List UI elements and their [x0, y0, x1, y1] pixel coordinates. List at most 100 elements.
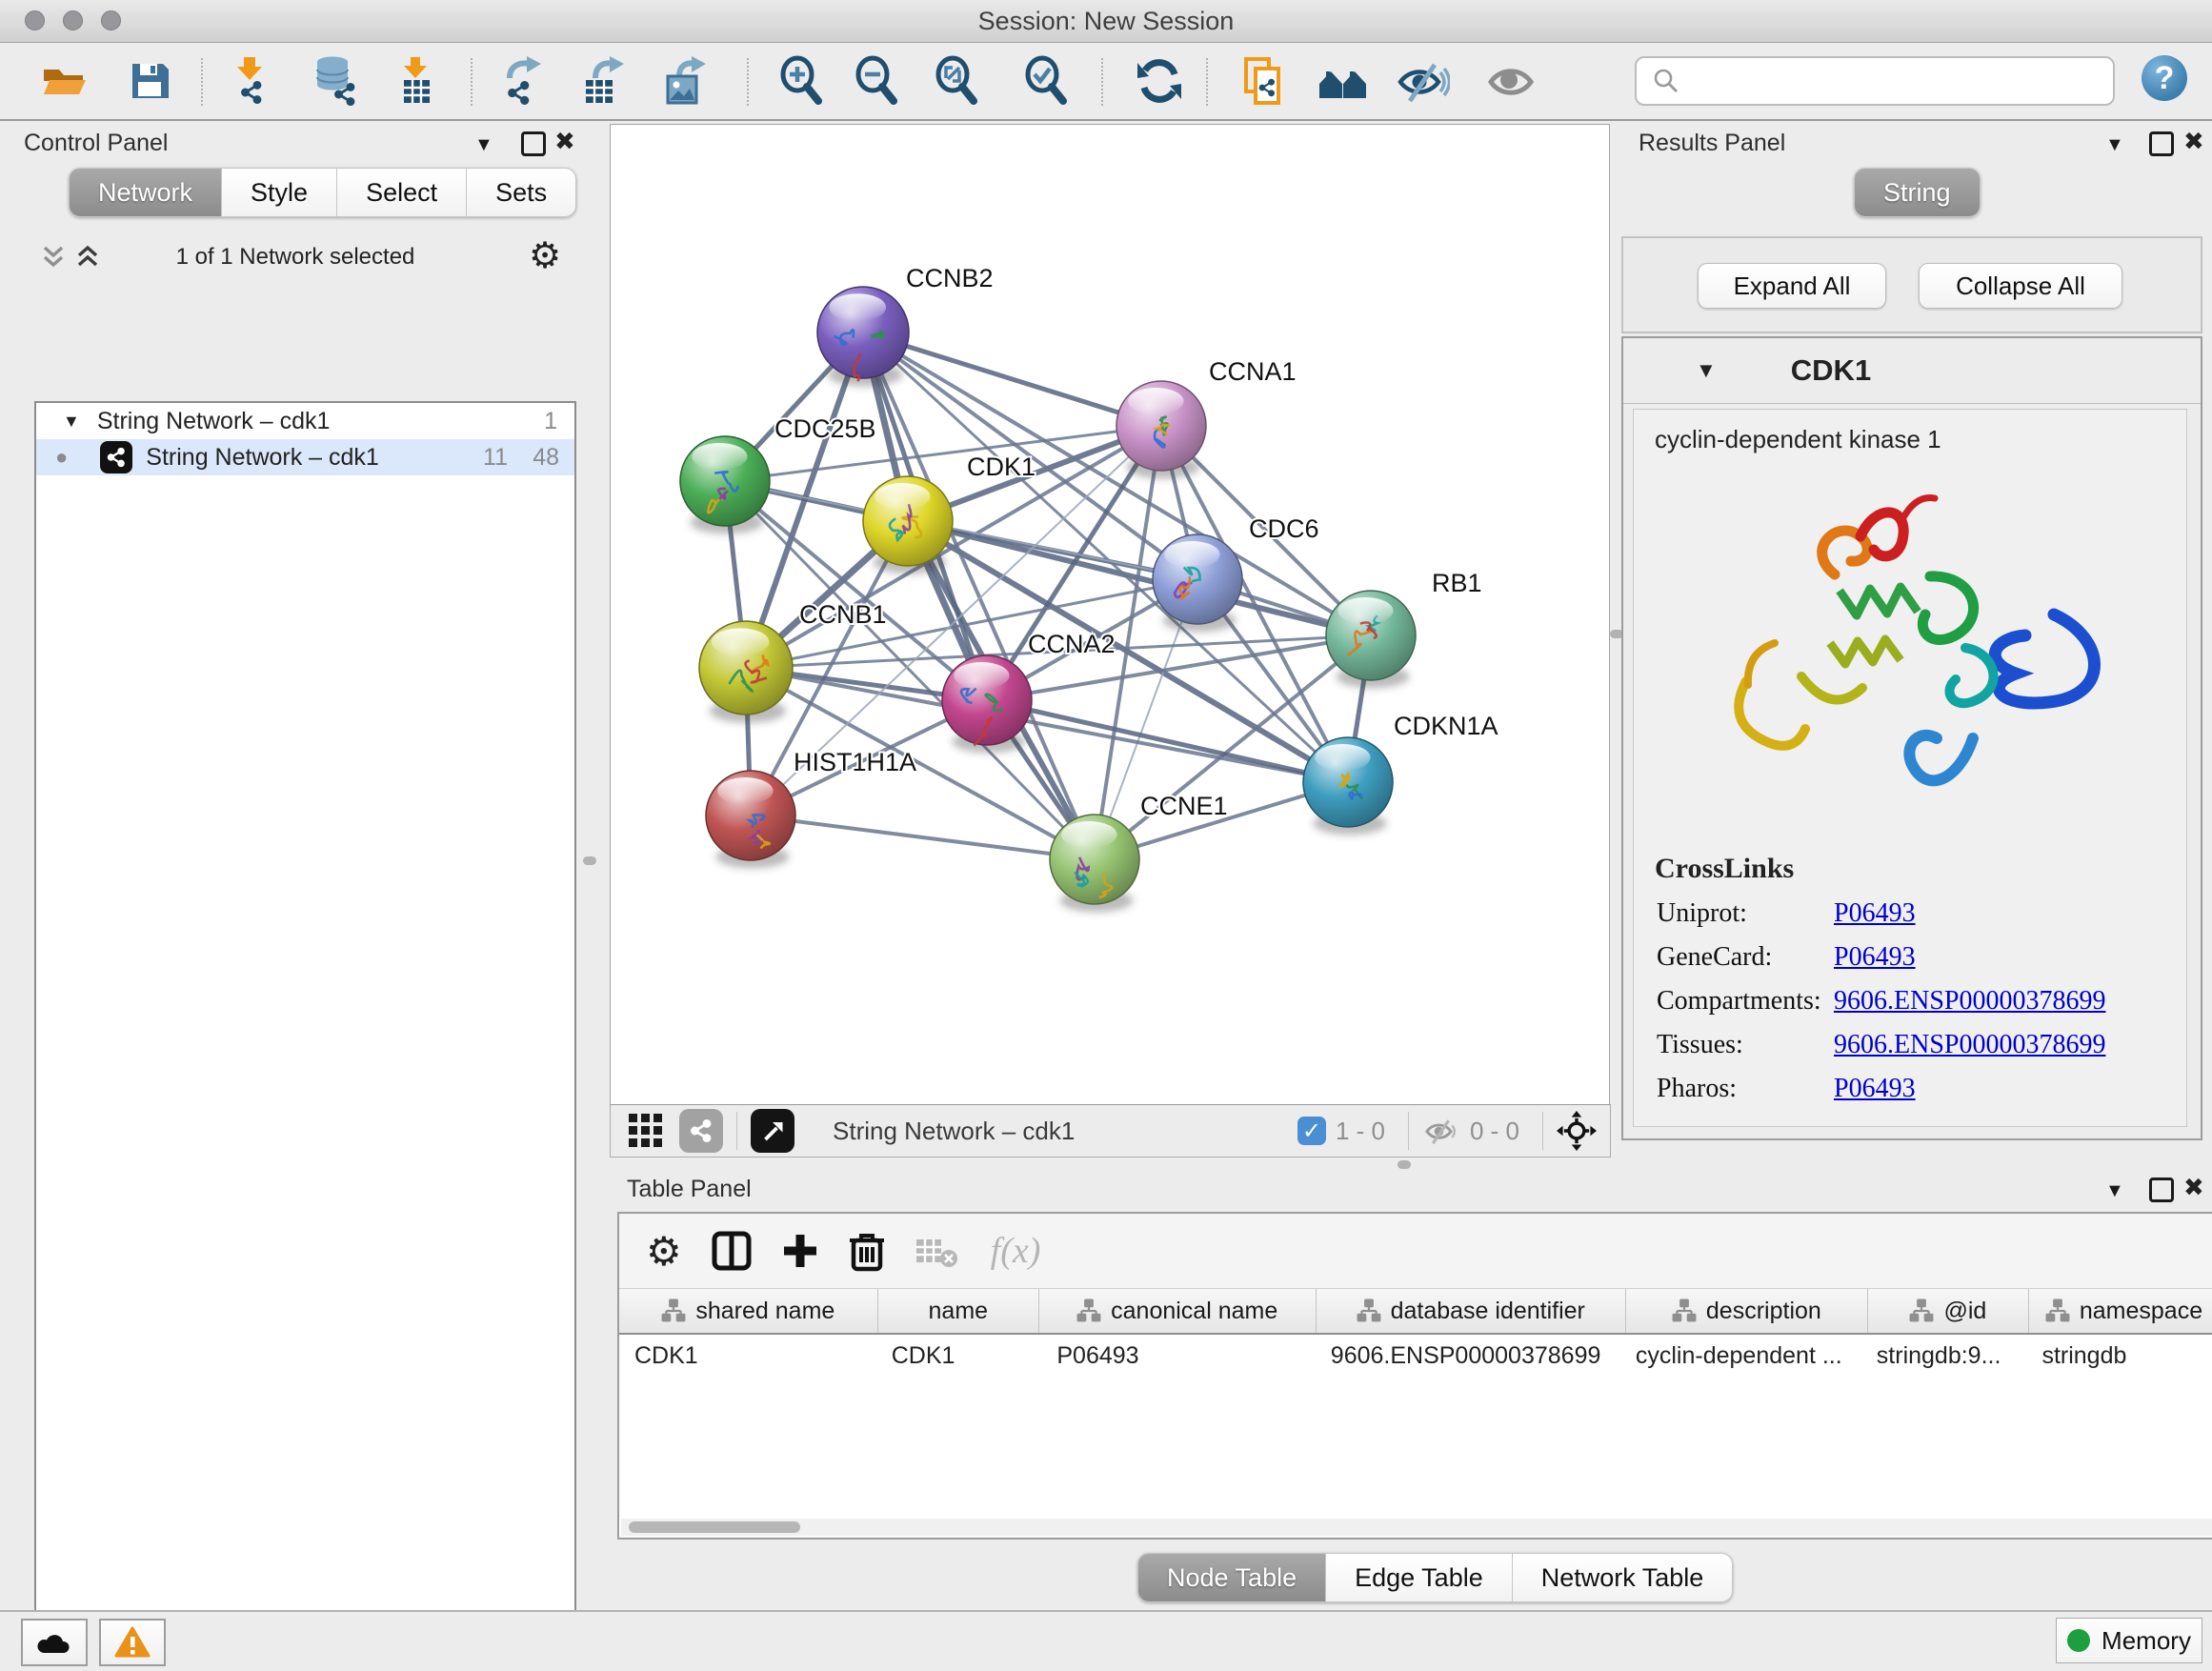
table-cell[interactable]: P06493 — [1041, 1335, 1315, 1377]
function-builder-fx[interactable]: f(x) — [991, 1230, 1041, 1272]
network-canvas[interactable]: CCNB2CCNA1CDC25BCDK1CDC6RB1CCNB1CCNA2CDK… — [610, 124, 1610, 1105]
tab-select[interactable]: Select — [337, 168, 467, 217]
toolbar-separator — [1206, 58, 1208, 106]
panel-close-icon[interactable]: ✖ — [554, 128, 575, 156]
tab-node-table[interactable]: Node Table — [1137, 1553, 1326, 1602]
bottom-splitter-handle[interactable] — [1398, 1160, 1411, 1169]
panel-float-icon[interactable] — [2149, 131, 2174, 156]
network-options-gear-icon[interactable]: ⚙ — [529, 234, 561, 276]
memory-button[interactable]: Memory — [2056, 1618, 2202, 1663]
search-input[interactable] — [1690, 61, 2113, 101]
panel-close-icon[interactable]: ✖ — [2183, 128, 2204, 156]
panel-menu-chevron-icon[interactable]: ▼ — [474, 133, 493, 156]
tab-edge-table[interactable]: Edge Table — [1326, 1553, 1513, 1602]
network-thumbnail-icon[interactable] — [679, 1109, 723, 1153]
network-node-CCNA1[interactable]: CCNA1 — [1116, 357, 1297, 478]
panel-float-icon[interactable] — [521, 131, 546, 156]
copy-network-button[interactable] — [1237, 53, 1292, 109]
column-header-database-identifier[interactable]: database identifier — [1317, 1289, 1626, 1333]
network-edge[interactable] — [751, 815, 1095, 859]
crosslink-link[interactable]: P06493 — [1834, 898, 1916, 929]
zoom-selected-button[interactable] — [1019, 53, 1075, 109]
network-node-HIST1H1A[interactable]: HIST1H1A — [706, 748, 916, 868]
crosslink-link[interactable]: P06493 — [1834, 1074, 1916, 1104]
export-network-button[interactable] — [496, 53, 552, 109]
table-settings-gear-icon[interactable]: ⚙ — [646, 1228, 682, 1275]
panel-menu-chevron-icon[interactable]: ▼ — [2105, 133, 2124, 156]
selected-checkbox[interactable]: ✓ — [1297, 1117, 1326, 1145]
gene-description: cyclin-dependent kinase 1 — [1655, 425, 2186, 454]
tab-string[interactable]: String — [1854, 168, 1981, 217]
horizontal-scrollbar[interactable] — [621, 1519, 2212, 1536]
tab-style[interactable]: Style — [222, 168, 337, 217]
help-button[interactable]: ? — [2142, 55, 2187, 101]
show-eye-button[interactable] — [1484, 53, 1539, 109]
column-header-namespace[interactable]: namespace — [2029, 1289, 2212, 1333]
network-edge[interactable] — [863, 332, 1095, 859]
table-cell[interactable]: CDK1 — [619, 1335, 876, 1377]
network-node-CCNE1[interactable]: CCNE1 — [1050, 792, 1228, 912]
show-all-networks-button[interactable] — [1316, 53, 1371, 109]
export-table-button[interactable] — [576, 53, 632, 109]
grid-view-icon[interactable] — [628, 1113, 664, 1149]
copy-network-icon — [1238, 55, 1290, 107]
network-node-CDKN1A[interactable]: CDKN1A — [1303, 712, 1498, 835]
column-header-canonical-name[interactable]: canonical name — [1039, 1289, 1317, 1333]
network-row-selected[interactable]: ● String Network – cdk1 11 48 — [36, 439, 574, 475]
zoom-fit-button[interactable] — [930, 53, 985, 109]
export-image-button[interactable] — [658, 53, 714, 109]
panel-close-icon[interactable]: ✖ — [2183, 1174, 2204, 1202]
pan-crosshair-icon[interactable] — [1557, 1111, 1597, 1151]
table-panel-title: Table Panel — [627, 1176, 752, 1203]
import-network-button[interactable] — [222, 53, 277, 109]
left-splitter-handle[interactable] — [583, 856, 596, 865]
zoom-in-button[interactable] — [774, 53, 830, 109]
table-cell[interactable]: stringdb — [2026, 1335, 2212, 1377]
crosslink-link[interactable]: 9606.ENSP00000378699 — [1834, 986, 2105, 1017]
collapse-all-button[interactable]: Collapse All — [1919, 263, 2122, 309]
tree-column-icon — [1076, 1299, 1101, 1323]
crosslink-link[interactable]: 9606.ENSP00000378699 — [1834, 1030, 2105, 1060]
crosslink-link[interactable]: P06493 — [1834, 942, 1916, 973]
refresh-button[interactable] — [1132, 53, 1187, 109]
panel-menu-chevron-icon[interactable]: ▼ — [2105, 1179, 2124, 1202]
network-node-CCNB2[interactable]: CCNB2 — [817, 264, 994, 387]
import-database-button[interactable] — [308, 53, 363, 109]
hide-selected-button[interactable] — [1396, 53, 1451, 109]
open-session-button[interactable] — [36, 53, 91, 109]
expand-all-button[interactable]: Expand All — [1698, 263, 1886, 309]
table-cell[interactable]: CDK1 — [876, 1335, 1042, 1377]
collapse-expand-icons[interactable] — [41, 244, 106, 272]
panel-float-icon[interactable] — [2149, 1178, 2174, 1202]
cloud-button[interactable] — [21, 1619, 88, 1666]
network-collection-row[interactable]: ▼ String Network – cdk1 1 — [36, 403, 574, 439]
column-header--id[interactable]: @id — [1868, 1289, 2029, 1333]
network-node-RB1[interactable]: RB1 — [1326, 569, 1482, 688]
scrollbar-thumb[interactable] — [629, 1521, 800, 1533]
import-table-button[interactable] — [389, 53, 444, 109]
table-cell[interactable]: 9606.ENSP00000378699 — [1316, 1335, 1620, 1377]
save-session-button[interactable] — [122, 53, 177, 109]
collapse-triangle-icon[interactable]: ▼ — [1696, 358, 1717, 383]
network-edge[interactable] — [863, 332, 1161, 426]
table-cell[interactable]: stringdb:9... — [1861, 1335, 2027, 1377]
zoom-out-button[interactable] — [850, 53, 905, 109]
column-header-shared-name[interactable]: shared name — [619, 1289, 878, 1333]
tab-sets[interactable]: Sets — [467, 168, 576, 217]
column-header-description[interactable]: description — [1626, 1289, 1868, 1333]
table-body-blank — [619, 1377, 2212, 1537]
add-column-plus-icon[interactable] — [781, 1232, 819, 1270]
table-row[interactable]: CDK1CDK1P064939606.ENSP00000378699cyclin… — [619, 1335, 2212, 1377]
tab-network[interactable]: Network — [69, 168, 222, 217]
column-header-name[interactable]: name — [878, 1289, 1039, 1333]
hidden-eye-slash-icon[interactable] — [1422, 1115, 1460, 1147]
table-cell[interactable]: cyclin-dependent ... — [1620, 1335, 1861, 1377]
delete-trash-icon[interactable] — [848, 1230, 886, 1272]
birds-eye-view-icon[interactable] — [751, 1109, 794, 1153]
gene-card-header[interactable]: ▼ CDK1 — [1623, 338, 2201, 404]
warnings-button[interactable] — [99, 1619, 166, 1666]
columns-icon[interactable] — [711, 1230, 753, 1272]
tab-network-table[interactable]: Network Table — [1513, 1553, 1734, 1602]
tree-expander-icon[interactable]: ▼ — [63, 412, 80, 432]
delete-table-icon[interactable] — [915, 1234, 958, 1268]
